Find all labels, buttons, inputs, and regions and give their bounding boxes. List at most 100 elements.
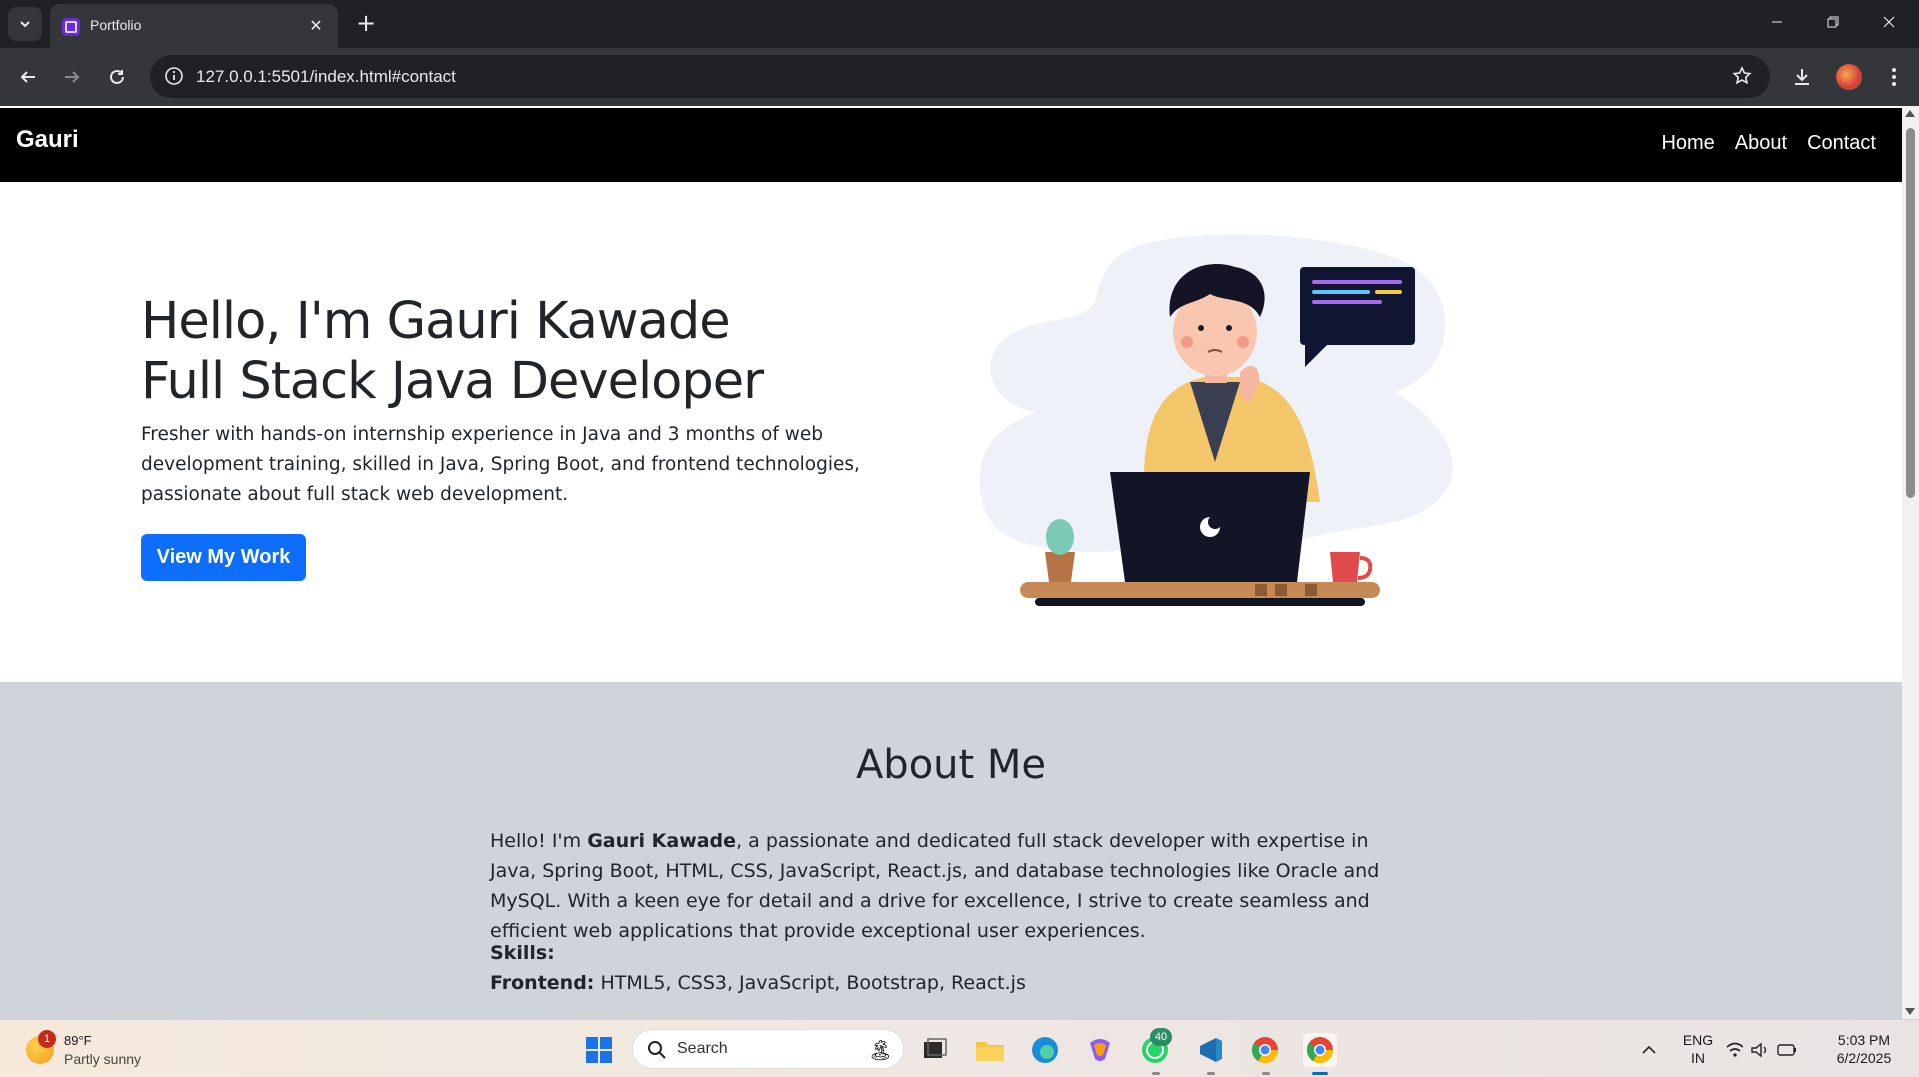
weather-alert-badge: 1	[38, 1030, 56, 1048]
taskbar-search-placeholder: Search	[677, 1040, 728, 1057]
volume-icon	[1751, 1042, 1767, 1058]
page-scrollbar[interactable]	[1902, 106, 1919, 1019]
start-button[interactable]	[582, 1033, 616, 1067]
tab-search-button[interactable]	[8, 7, 42, 41]
search-highlight-icon: 🏝	[867, 1038, 893, 1062]
frontend-value: HTML5, CSS3, JavaScript, Bootstrap, Reac…	[594, 972, 1026, 994]
close-icon[interactable]: ✕	[306, 16, 326, 36]
task-view-button[interactable]	[918, 1033, 952, 1067]
downloads-button[interactable]	[1786, 61, 1818, 93]
scroll-down-arrow-icon[interactable]	[1905, 1008, 1915, 1015]
browser-menu-button[interactable]	[1878, 61, 1910, 93]
weather-condition: Partly sunny	[64, 1051, 142, 1067]
portfolio-page: Gauri Home About Contact Hello, I'm Gaur…	[0, 106, 1902, 1019]
file-explorer-button[interactable]	[973, 1033, 1007, 1067]
weather-temperature: 89°F	[64, 1033, 92, 1048]
back-button[interactable]	[12, 61, 44, 93]
chevron-down-icon	[20, 21, 30, 28]
hero-title-line1: Hello, I'm Gauri Kawade	[141, 292, 731, 351]
portfolio-favicon-icon	[62, 18, 80, 36]
about-name: Gauri Kawade	[587, 830, 737, 852]
about-title: About Me	[855, 742, 1047, 788]
site-info-icon[interactable]	[164, 66, 184, 86]
task-view-icon	[924, 1038, 947, 1058]
search-icon	[648, 1041, 666, 1059]
folder-icon	[976, 1042, 1004, 1061]
clock-date: 6/2/2025	[1836, 1050, 1892, 1066]
wifi-icon	[1726, 1042, 1744, 1057]
restore-icon	[1827, 16, 1839, 28]
active-indicator	[1312, 1072, 1328, 1075]
battery-icon	[1777, 1044, 1796, 1056]
edge-icon	[1032, 1037, 1058, 1063]
nav-link-about[interactable]: About	[1735, 132, 1787, 155]
site-brand[interactable]: Gauri	[16, 126, 79, 154]
nav-links: Home About Contact	[1661, 132, 1876, 155]
copilot-icon	[1090, 1039, 1110, 1061]
language-line2: IN	[1691, 1050, 1705, 1066]
view-my-work-button[interactable]: View My Work	[141, 534, 306, 581]
reload-icon	[110, 69, 124, 84]
copilot-button[interactable]	[1083, 1033, 1117, 1067]
minimize-icon	[1772, 21, 1782, 23]
about-intro: Hello! I'm Gauri Kawade, a passionate an…	[490, 826, 1410, 946]
tab-title: Portfolio	[90, 17, 142, 33]
clock[interactable]: 5:03 PM 6/2/2025	[1824, 1031, 1904, 1067]
chevron-up-icon	[1642, 1045, 1656, 1054]
show-hidden-icons-button[interactable]	[1632, 1033, 1666, 1067]
browser-toolbar: 127.0.0.1:5501/index.html#contact	[0, 48, 1919, 106]
chrome-profile-2-button[interactable]	[1303, 1033, 1337, 1067]
hero-description: Fresher with hands-on internship experie…	[141, 424, 860, 505]
vscode-icon	[1200, 1038, 1222, 1062]
minimize-button[interactable]	[1754, 6, 1800, 38]
chrome-icon	[1306, 1037, 1334, 1064]
clock-time: 5:03 PM	[1837, 1032, 1891, 1048]
about-intro-prefix: Hello! I'm	[490, 830, 588, 852]
running-indicator	[1207, 1072, 1215, 1075]
skills-block: Skills: Frontend: HTML5, CSS3, JavaScrip…	[490, 938, 1026, 998]
download-icon	[1795, 69, 1809, 85]
hero-title: Hello, I'm Gauri Kawade Full Stack Java …	[141, 292, 764, 412]
page-viewport: Gauri Home About Contact Hello, I'm Gaur…	[0, 106, 1919, 1019]
hero-section: Hello, I'm Gauri Kawade Full Stack Java …	[0, 182, 1902, 682]
hero-title-line2: Full Stack Java Developer	[141, 352, 764, 411]
scrollbar-thumb[interactable]	[1906, 128, 1915, 498]
restore-button[interactable]	[1810, 6, 1856, 38]
address-bar[interactable]: 127.0.0.1:5501/index.html#contact	[150, 55, 1770, 98]
url-text: 127.0.0.1:5501/index.html#contact	[196, 67, 456, 86]
scroll-up-arrow-icon[interactable]	[1905, 110, 1915, 117]
browser-tab[interactable]: Portfolio ✕	[50, 4, 338, 48]
weather-widget[interactable]: 1 89°F Partly sunny	[26, 1030, 186, 1070]
quick-settings-button[interactable]	[1726, 1033, 1796, 1067]
chrome-icon	[1251, 1037, 1279, 1064]
about-section: About Me Hello! I'm Gauri Kawade, a pass…	[0, 682, 1902, 1019]
skills-frontend: Frontend: HTML5, CSS3, JavaScript, Boots…	[490, 968, 1026, 998]
skills-heading: Skills:	[490, 942, 555, 964]
nav-link-contact[interactable]: Contact	[1807, 132, 1876, 155]
taskbar-search-box[interactable]: Search 🏝	[632, 1029, 904, 1069]
browser-tab-strip: Portfolio ✕ +	[0, 0, 1919, 48]
developer-illustration	[979, 234, 1453, 606]
close-icon	[1883, 16, 1895, 28]
windows-taskbar: 1 89°F Partly sunny Search 🏝 40 ENG IN 5…	[0, 1019, 1919, 1077]
close-window-button[interactable]	[1866, 6, 1912, 38]
whatsapp-unread-badge: 40	[1150, 1028, 1172, 1046]
reload-button[interactable]	[101, 61, 133, 93]
running-indicator	[1152, 1072, 1160, 1075]
frontend-label: Frontend:	[490, 972, 595, 994]
running-indicator	[1262, 1072, 1270, 1075]
chrome-profile-1-button[interactable]	[1248, 1033, 1282, 1067]
more-vertical-icon	[1892, 68, 1896, 86]
forward-button[interactable]	[56, 61, 88, 93]
new-tab-button[interactable]: +	[352, 10, 380, 38]
arrow-right-icon	[65, 71, 80, 83]
site-navbar: Gauri Home About Contact	[0, 108, 1902, 182]
language-indicator[interactable]: ENG IN	[1680, 1031, 1716, 1067]
nav-link-home[interactable]: Home	[1661, 132, 1714, 155]
edge-browser-button[interactable]	[1028, 1033, 1062, 1067]
profile-avatar[interactable]	[1836, 64, 1862, 90]
star-icon[interactable]	[1732, 66, 1752, 86]
language-line1: ENG	[1682, 1032, 1714, 1048]
windows-logo-icon	[586, 1037, 612, 1063]
vscode-button[interactable]	[1193, 1033, 1227, 1067]
